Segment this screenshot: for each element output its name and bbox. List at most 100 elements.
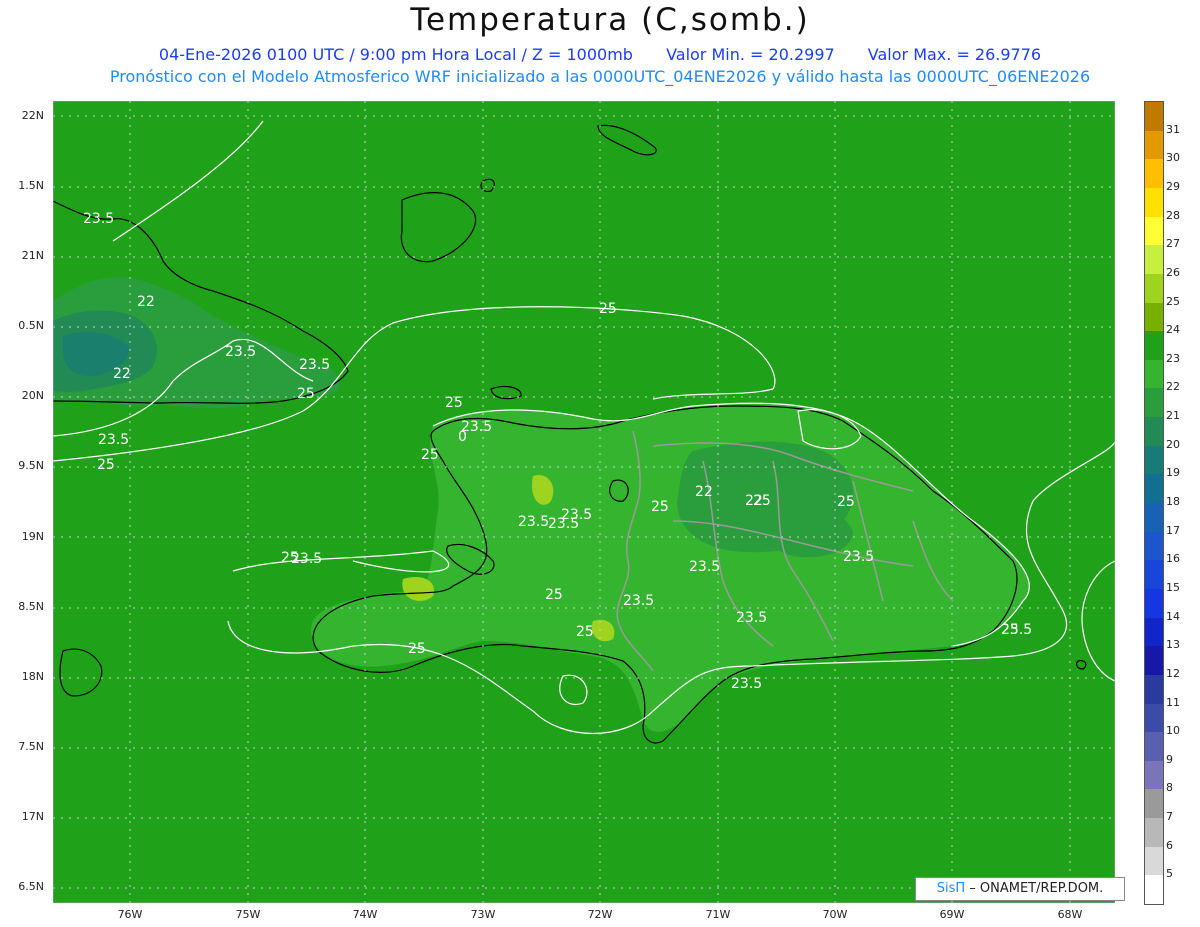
contour-label: 22 <box>137 294 155 310</box>
sispi-logo: SisΠ <box>936 881 966 896</box>
contour-label: 22 <box>113 366 131 382</box>
temperature-map: 23.5 22 23.5 23.5 22 25 23.5 25 25 23.5 0 25 25 23.5 2… <box>53 101 1115 903</box>
colorbar-label: 31 <box>1166 122 1180 136</box>
colorbar-swatch <box>1145 273 1163 303</box>
colorbar-swatch <box>1145 359 1163 389</box>
lat-label: 17N <box>21 810 44 823</box>
colorbar-swatch <box>1145 760 1163 790</box>
min-value: Valor Min. = 20.2997 <box>666 45 835 64</box>
colorbar-label: 18 <box>1166 495 1180 508</box>
colorbar-label: 11 <box>1166 695 1180 709</box>
lat-label: 8.5N <box>18 600 44 613</box>
colorbar-label: 6 <box>1166 838 1173 852</box>
colorbar-swatch <box>1145 703 1163 733</box>
contour-label: 25 <box>545 587 563 603</box>
contour-label: 25 <box>753 493 771 509</box>
lat-label: 18N <box>21 670 44 683</box>
colorbar-swatch <box>1145 102 1163 132</box>
contour-label: 25 <box>445 395 463 411</box>
lon-label: 76W <box>117 908 143 921</box>
colorbar-swatch <box>1145 474 1163 504</box>
colorbar-label: 5 <box>1166 867 1173 881</box>
colorbar-swatch <box>1145 646 1163 676</box>
lon-label: 75W <box>235 908 261 921</box>
lat-label: 6.5N <box>18 880 44 893</box>
colorbar-swatch <box>1145 531 1163 561</box>
credit-text: – ONAMET/REP.DOM. <box>965 881 1104 896</box>
colorbar-swatch <box>1145 617 1163 647</box>
contour-label: 23.5 <box>83 211 114 227</box>
colorbar-label: 23 <box>1166 351 1180 365</box>
colorbar-swatch <box>1145 732 1163 762</box>
contour-label: 23.5 <box>843 549 874 565</box>
map-title: Temperatura (C,somb.) <box>410 2 810 38</box>
colorbar-swatch <box>1145 417 1163 447</box>
colorbar-label: 20 <box>1166 437 1180 451</box>
colorbar-label: 22 <box>1166 380 1180 394</box>
contour-label: 23.5 <box>225 344 256 360</box>
lat-label: 19N <box>21 530 44 543</box>
colorbar-label: 28 <box>1166 208 1180 222</box>
colorbar-label: 7 <box>1166 810 1173 824</box>
colorbar-label: 17 <box>1166 523 1180 537</box>
lat-label: 1.5N <box>18 179 44 192</box>
lat-label: 9.5N <box>18 459 44 472</box>
colorbar-label: 8 <box>1166 781 1173 795</box>
contour-label: 23.5 <box>561 507 592 523</box>
colorbar-swatch <box>1145 674 1163 704</box>
lat-label: 20N <box>21 389 44 402</box>
colorbar-label: 19 <box>1166 466 1180 480</box>
contour-label: 23.5 <box>736 610 767 626</box>
colorbar-label: 12 <box>1166 666 1180 680</box>
contour-label: 25 <box>408 641 426 657</box>
contour-label: 25 <box>837 494 855 510</box>
colorbar-swatch <box>1145 216 1163 246</box>
colorbar-swatch <box>1145 331 1163 361</box>
lon-label: 73W <box>470 908 496 921</box>
colorbar-label: 25 <box>1166 294 1180 308</box>
contour-label: 23.5 <box>299 357 330 373</box>
colorbar-label: 13 <box>1166 638 1180 652</box>
colorbar-swatch <box>1145 130 1163 160</box>
contour-label: 25 <box>599 301 617 317</box>
colorbar-swatch <box>1145 445 1163 475</box>
colorbar-label: 15 <box>1166 580 1180 594</box>
colorbar-swatch <box>1145 846 1163 876</box>
contour-label: 22 <box>695 484 713 500</box>
contour-label: 23.5 <box>689 559 720 575</box>
credit-box: SisΠ – ONAMET/REP.DOM. <box>915 877 1125 901</box>
forecast-time: 04-Ene-2026 0100 UTC / 9:00 pm Hora Loca… <box>158 45 633 64</box>
colorbar-label: 27 <box>1166 237 1180 251</box>
contour-label: 0 <box>458 429 467 445</box>
colorbar-label: 30 <box>1166 151 1180 165</box>
contour-label: 25 <box>1001 622 1019 638</box>
max-value: Valor Max. = 26.9776 <box>867 45 1042 64</box>
lon-label: 72W <box>587 908 613 921</box>
contour-label: 25 <box>281 550 299 566</box>
colorbar-swatch <box>1145 818 1163 848</box>
lon-label: 70W <box>822 908 848 921</box>
lon-label: 69W <box>939 908 965 921</box>
lon-label: 71W <box>705 908 731 921</box>
colorbar-label: 16 <box>1166 552 1180 566</box>
lon-label: 68W <box>1057 908 1083 921</box>
colorbar-swatch <box>1145 245 1163 275</box>
subtitle-line-1: 04-Ene-2026 0100 UTC / 9:00 pm Hora Loca… <box>0 45 1200 64</box>
colorbar-swatch <box>1145 560 1163 590</box>
lat-label: 7.5N <box>18 740 44 753</box>
contour-label: 25 <box>97 457 115 473</box>
lat-label: 21N <box>21 249 44 262</box>
colorbar-swatch <box>1145 588 1163 619</box>
subtitle-line-2: Pronóstico con el Modelo Atmosferico WRF… <box>109 67 1091 86</box>
colorbar-swatch <box>1145 388 1163 418</box>
contour-label: 25 <box>576 624 594 640</box>
colorbar-label: 10 <box>1166 724 1180 738</box>
colorbar <box>1144 101 1164 905</box>
contour-label: 23.5 <box>98 432 129 448</box>
colorbar-swatch <box>1145 503 1163 533</box>
colorbar-label: 26 <box>1166 265 1180 279</box>
contour-label: 23.5 <box>623 593 654 609</box>
colorbar-label: 21 <box>1166 409 1180 423</box>
colorbar-swatch <box>1145 302 1163 332</box>
colorbar-label: 9 <box>1166 752 1173 766</box>
